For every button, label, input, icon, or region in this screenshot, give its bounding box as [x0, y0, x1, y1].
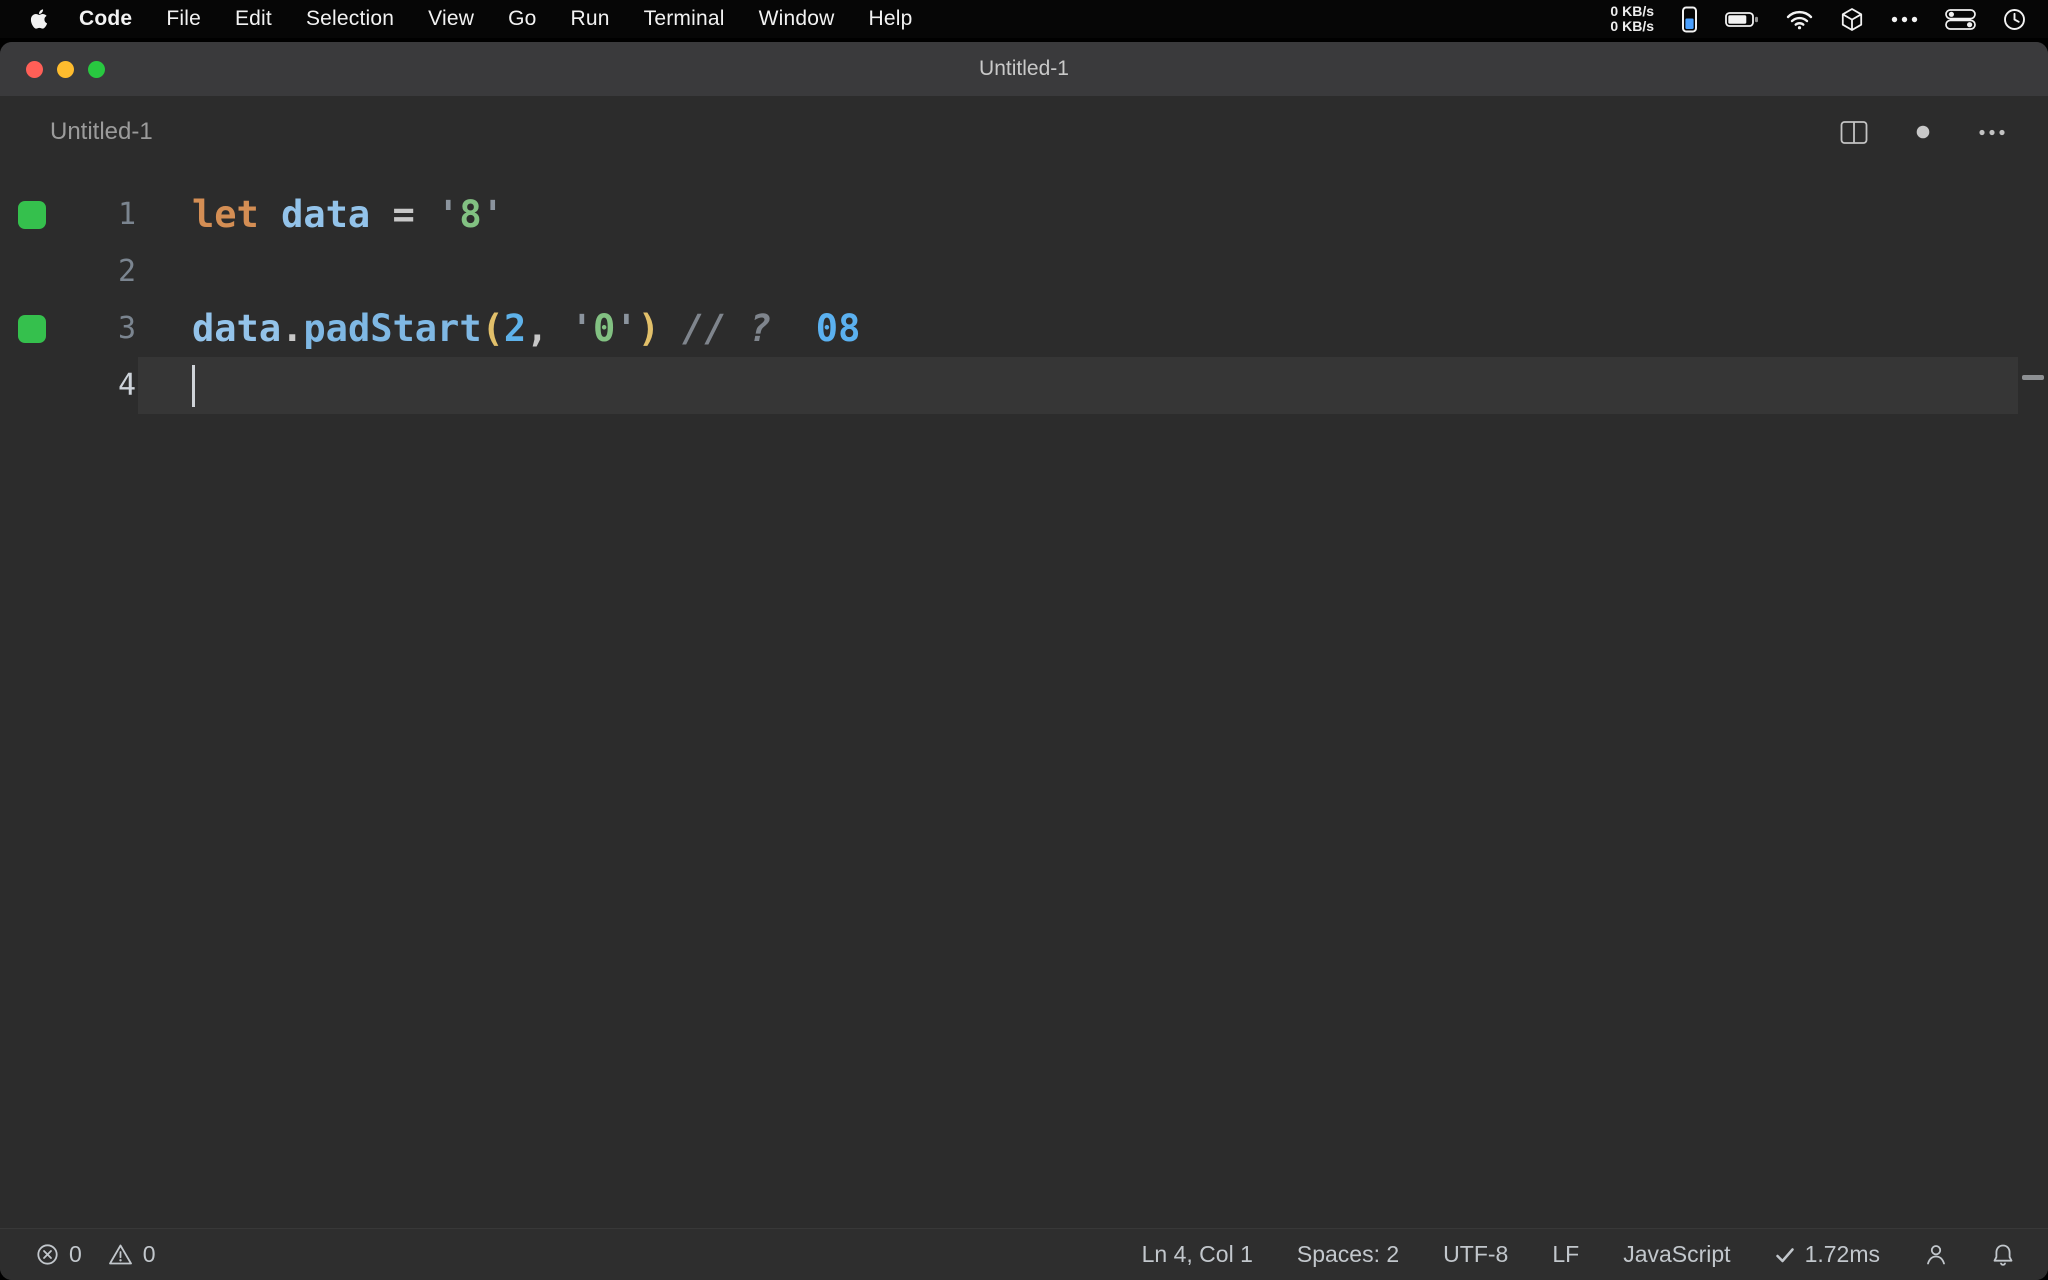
token-object: data [192, 307, 282, 350]
token-string: 0 [593, 307, 616, 350]
vscode-window: Untitled-1 Untitled-1 1 let data = '8' [0, 42, 2048, 1280]
close-button[interactable] [26, 60, 43, 78]
menu-item-edit[interactable]: Edit [218, 7, 289, 31]
notifications-bell-icon[interactable] [1992, 1243, 2014, 1267]
tab-untitled-1[interactable]: Untitled-1 [50, 118, 153, 146]
menu-item-selection[interactable]: Selection [289, 7, 411, 31]
cube-icon[interactable] [1840, 7, 1864, 32]
error-icon [37, 1244, 58, 1265]
traffic-lights [26, 42, 105, 96]
menu-item-run[interactable]: Run [554, 7, 627, 31]
feedback-icon[interactable] [1924, 1243, 1948, 1266]
network-up-label: 0 KB/s [1610, 3, 1654, 19]
menu-item-window[interactable]: Window [742, 7, 852, 31]
network-down-label: 0 KB/s [1610, 18, 1654, 34]
menu-item-file[interactable]: File [149, 7, 218, 31]
code-text: data. padStart(2, ' 0 ') // ? 08 [192, 307, 2048, 350]
clock-icon[interactable] [2003, 8, 2026, 31]
code-line-2: 2 [0, 243, 2048, 300]
split-editor-icon[interactable] [1840, 120, 1868, 145]
window-title: Untitled-1 [979, 57, 1069, 80]
code-line-4-active: 4 [0, 357, 2048, 414]
control-center-icon[interactable] [1945, 8, 1976, 30]
token-quote: ' [570, 307, 594, 350]
line-number[interactable]: 2 [64, 254, 136, 289]
line-number[interactable]: 1 [64, 197, 136, 232]
token-keyword: let [192, 193, 282, 236]
minimize-button[interactable] [57, 60, 74, 78]
more-actions-icon[interactable] [1978, 129, 2006, 136]
quokka-timing[interactable]: 1.72ms [1775, 1241, 1880, 1268]
more-menu-icon[interactable] [1891, 16, 1918, 23]
token-quote: ' [437, 193, 460, 236]
token-quote: ' [615, 307, 638, 350]
apple-menu-icon[interactable] [30, 8, 48, 30]
menu-item-help[interactable]: Help [852, 7, 930, 31]
window-titlebar[interactable]: Untitled-1 [0, 42, 2048, 96]
token-operator: = [392, 193, 438, 236]
menu-item-go[interactable]: Go [491, 7, 553, 31]
iphone-battery-icon[interactable] [1681, 6, 1698, 33]
eol-setting[interactable]: LF [1552, 1241, 1579, 1268]
token-paren-open: ( [481, 307, 504, 350]
quokka-inline-result: 08 [771, 307, 861, 350]
menu-item-terminal[interactable]: Terminal [627, 7, 742, 31]
token-string: 8 [459, 193, 482, 236]
token-comma: , [526, 307, 571, 350]
unsaved-dot-icon[interactable] [1916, 125, 1930, 139]
editor-surface[interactable]: 1 let data = ' 8 ' 2 3 data. padStart(2, ' 0… [0, 168, 2048, 1228]
status-bar: 0 0 Ln 4, Col 1 Spaces: 2 UTF-8 LF JavaS… [0, 1228, 2048, 1280]
menu-item-code[interactable]: Code [62, 7, 149, 31]
error-count: 0 [69, 1241, 82, 1267]
text-cursor [192, 364, 195, 407]
quokka-timing-value: 1.72ms [1804, 1241, 1880, 1267]
zoom-button[interactable] [88, 60, 105, 78]
line-number-active[interactable]: 4 [64, 368, 136, 403]
token-dot: . [281, 307, 304, 350]
wifi-icon[interactable] [1786, 9, 1813, 30]
encoding-setting[interactable]: UTF-8 [1443, 1241, 1508, 1268]
menu-item-view[interactable]: View [411, 7, 491, 31]
token-quote: ' [481, 193, 504, 236]
code-text: let data = ' 8 ' [192, 193, 2048, 236]
editor-header: Untitled-1 [0, 96, 2048, 168]
token-number: 2 [503, 307, 527, 350]
line-number[interactable]: 3 [64, 311, 136, 346]
problems-errors[interactable]: 0 [36, 1241, 82, 1268]
warning-icon [108, 1244, 132, 1265]
battery-icon[interactable] [1725, 11, 1759, 28]
menu-bar: Code File Edit Selection View Go Run Ter… [0, 0, 2048, 38]
language-mode[interactable]: JavaScript [1623, 1241, 1730, 1268]
quokka-coverage-marker [18, 314, 46, 343]
network-speed-status[interactable]: 0 KB/s 0 KB/s [1610, 4, 1654, 34]
indentation-setting[interactable]: Spaces: 2 [1297, 1241, 1399, 1268]
code-line-3: 3 data. padStart(2, ' 0 ') // ? 08 [0, 300, 2048, 357]
quokka-coverage-marker [18, 200, 46, 229]
token-comment: // ? [659, 307, 772, 350]
token-variable: data [281, 193, 393, 236]
token-method: padStart [303, 307, 482, 350]
token-paren-close: ) [637, 307, 660, 350]
check-icon [1775, 1247, 1794, 1262]
problems-warnings[interactable]: 0 [108, 1241, 156, 1268]
warning-count: 0 [142, 1241, 156, 1267]
cursor-position[interactable]: Ln 4, Col 1 [1142, 1241, 1253, 1268]
code-line-1: 1 let data = ' 8 ' [0, 186, 2048, 243]
